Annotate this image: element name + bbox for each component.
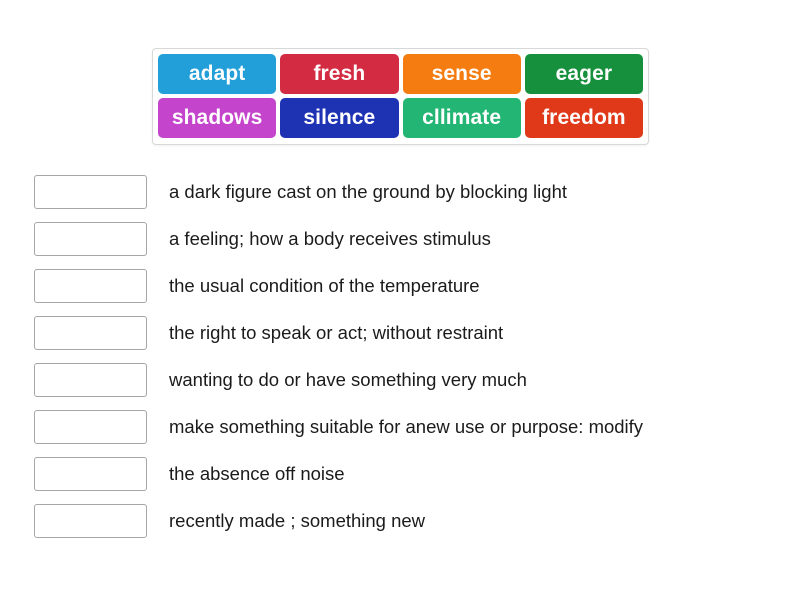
word-tile-cllimate[interactable]: cllimate <box>402 98 521 138</box>
word-tile-freedom[interactable]: freedom <box>524 98 643 138</box>
drop-slot[interactable] <box>34 175 147 209</box>
word-tile-shadows[interactable]: shadows <box>158 98 277 138</box>
drop-slot[interactable] <box>34 269 147 303</box>
word-tile-sense[interactable]: sense <box>402 54 521 94</box>
match-row-list: a dark figure cast on the ground by bloc… <box>34 174 774 550</box>
word-bank-row: shadows silence cllimate freedom <box>158 98 643 138</box>
match-row: recently made ; something new <box>34 503 774 539</box>
definition-text: the absence off noise <box>169 463 345 484</box>
definition-text: recently made ; something new <box>169 510 426 531</box>
drop-slot[interactable] <box>34 457 147 491</box>
word-bank: adapt fresh sense eager shadows silence … <box>152 48 649 145</box>
drop-slot[interactable] <box>34 316 147 350</box>
word-tile-fresh[interactable]: fresh <box>280 54 399 94</box>
definition-text: a dark figure cast on the ground by bloc… <box>169 181 567 202</box>
word-tile-silence[interactable]: silence <box>280 98 399 138</box>
definition-text: wanting to do or have something very muc… <box>169 369 527 390</box>
drop-slot[interactable] <box>34 363 147 397</box>
word-tile-adapt[interactable]: adapt <box>158 54 277 94</box>
drop-slot[interactable] <box>34 410 147 444</box>
match-row: the usual condition of the temperature <box>34 268 774 304</box>
match-row: a feeling; how a body receives stimulus <box>34 221 774 257</box>
drop-slot[interactable] <box>34 504 147 538</box>
word-bank-row: adapt fresh sense eager <box>158 54 643 94</box>
definition-text: the right to speak or act; without restr… <box>169 322 504 343</box>
definition-text: the usual condition of the temperature <box>169 275 480 296</box>
drop-slot[interactable] <box>34 222 147 256</box>
match-row: make something suitable for anew use or … <box>34 409 774 445</box>
match-row: wanting to do or have something very muc… <box>34 362 774 398</box>
match-row: a dark figure cast on the ground by bloc… <box>34 174 774 210</box>
definition-text: make something suitable for anew use or … <box>169 416 644 437</box>
match-row: the right to speak or act; without restr… <box>34 315 774 351</box>
match-row: the absence off noise <box>34 456 774 492</box>
definition-text: a feeling; how a body receives stimulus <box>169 228 491 249</box>
word-tile-eager[interactable]: eager <box>524 54 643 94</box>
